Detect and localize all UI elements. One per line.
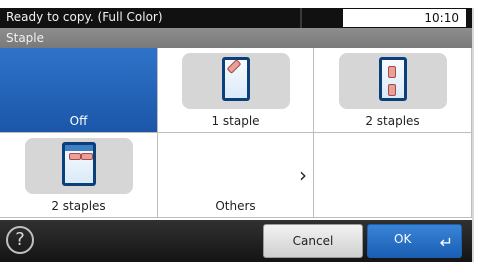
staple-2-left-b-icon (387, 84, 396, 96)
document-icon (61, 142, 96, 186)
option-off[interactable]: Off (0, 48, 158, 133)
document-icon (378, 57, 407, 101)
ok-label: OK (394, 232, 412, 246)
chevron-right-icon: › (299, 163, 307, 187)
document-top-strip (64, 145, 93, 151)
staple-2-top-a-icon (68, 153, 81, 160)
option-1-staple-label: 1 staple (211, 114, 260, 128)
clock: 10:10 (424, 11, 459, 25)
ok-button[interactable]: OK ↵ (367, 224, 462, 258)
staple-options-grid: Off 1 staple 2 staples 2 staples › Other… (0, 48, 472, 220)
screen: Ready to copy. (Full Color) 10:10 Staple… (0, 0, 478, 262)
option-1-staple[interactable]: 1 staple (158, 48, 314, 133)
option-others[interactable]: › Others (158, 133, 314, 218)
enter-return-icon: ↵ (439, 233, 453, 252)
option-off-label: Off (69, 114, 88, 128)
option-2-staples-top-label: 2 staples (51, 199, 106, 213)
question-circle-icon[interactable]: ? (6, 226, 34, 254)
staple-1-icon-tile (181, 53, 290, 109)
panel-frame: Ready to copy. (Full Color) 10:10 Staple… (0, 8, 474, 262)
empty-cell (314, 133, 472, 218)
option-2-staples-left-label: 2 staples (365, 114, 420, 128)
title-bar: Staple (0, 28, 472, 48)
bottom-bar: ? Cancel OK ↵ (0, 220, 472, 262)
staple-1-corner-icon (226, 59, 241, 74)
cancel-button[interactable]: Cancel (263, 224, 363, 258)
staple-2-left-icon-tile (338, 53, 447, 109)
document-icon (221, 57, 250, 101)
clock-box: 10:10 (343, 9, 466, 27)
page-title: Staple (6, 31, 45, 45)
option-others-label: Others (215, 199, 256, 213)
option-2-staples-top[interactable]: 2 staples (0, 133, 158, 218)
staple-2-top-b-icon (80, 153, 93, 160)
option-2-staples-left[interactable]: 2 staples (314, 48, 472, 133)
status-text: Ready to copy. (Full Color) (6, 10, 163, 24)
staple-2-left-a-icon (387, 66, 396, 78)
status-bar: Ready to copy. (Full Color) 10:10 (0, 8, 472, 28)
staple-2-top-icon-tile (24, 138, 133, 194)
status-divider (300, 8, 302, 28)
